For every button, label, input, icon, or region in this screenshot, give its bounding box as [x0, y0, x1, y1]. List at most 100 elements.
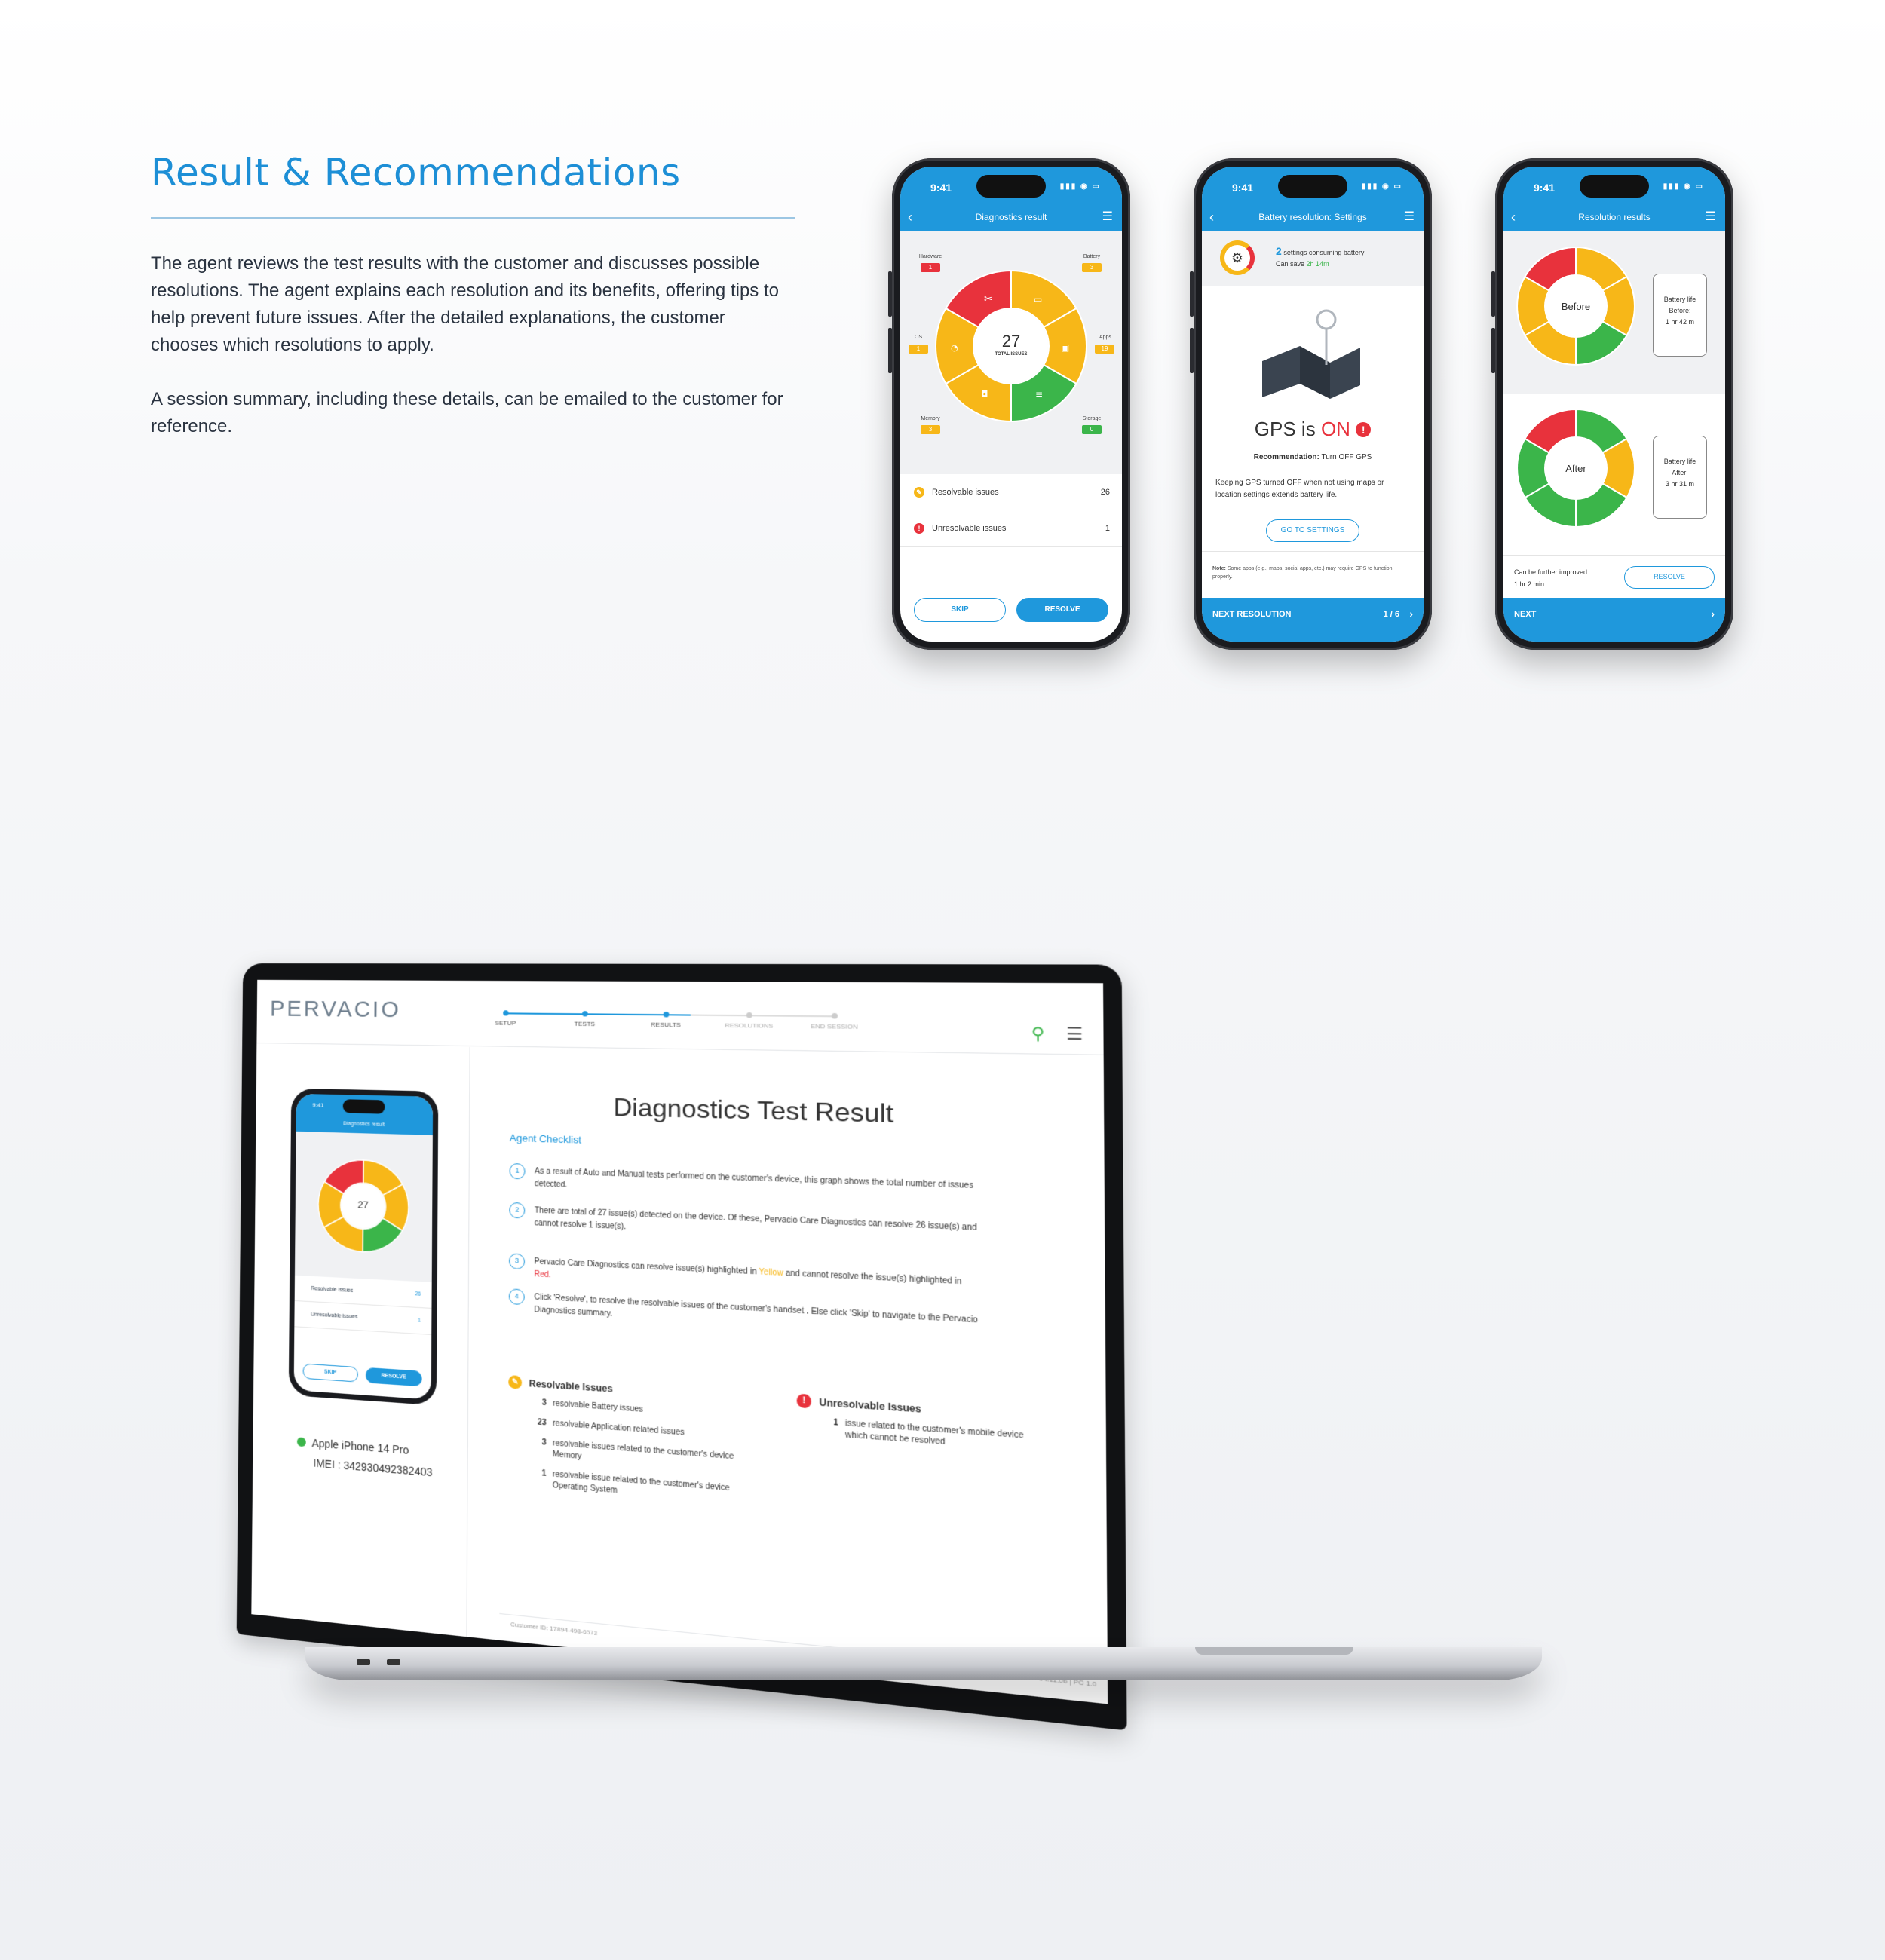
row-count: 26: [1100, 488, 1110, 497]
chevron-right-icon: ›: [1409, 608, 1413, 620]
row-count: 1: [418, 1318, 421, 1324]
row-label: Resolvable issues: [932, 488, 999, 497]
connected-dot: [296, 1437, 306, 1447]
gps-description: Keeping GPS turned OFF when not using ma…: [1215, 479, 1384, 499]
settings-count-line: 2 settings consuming battery: [1276, 245, 1364, 257]
settings-text: settings consuming battery: [1283, 249, 1365, 256]
app-body: 9:41 Diagnostics result 27 Resolvable is…: [251, 1044, 1108, 1704]
mini-resolve-button[interactable]: RESOLVE: [365, 1367, 422, 1387]
next-label: NEXT: [1514, 610, 1537, 619]
hamburger-menu-icon[interactable]: ☰: [1404, 206, 1415, 228]
svg-text:≡: ≡: [1035, 389, 1043, 400]
laptop-mockup: PERVACIO SETUP TESTS RESULTS RESOLUTIONS…: [226, 961, 1568, 1731]
before-label: Before: [1561, 301, 1591, 312]
row-label: Unresolvable issues: [932, 524, 1007, 533]
resolve-button[interactable]: RESOLVE: [1624, 566, 1715, 589]
category-count-hardware: 1: [921, 263, 940, 272]
resolve-button[interactable]: RESOLVE: [1016, 598, 1108, 622]
mini-skip-button[interactable]: SKIP: [302, 1363, 358, 1383]
recommendation-label: Recommendation:: [1253, 453, 1320, 461]
nav-bar: ‹ Battery resolution: Settings ☰: [1202, 206, 1424, 231]
device-preview: 9:41 Diagnostics result 27 Resolvable is…: [288, 1088, 439, 1406]
card-line: Before:: [1669, 307, 1691, 314]
note-label: Note:: [1212, 566, 1226, 571]
divider: [1503, 555, 1725, 556]
app-header: PERVACIO SETUP TESTS RESULTS RESOLUTIONS…: [256, 979, 1104, 1055]
resolvable-issues-row[interactable]: ✎ Resolvable issues 26: [900, 474, 1122, 510]
step-results[interactable]: RESULTS: [641, 1012, 690, 1029]
gear-icon: ⚙: [1220, 240, 1255, 275]
step-setup[interactable]: SETUP: [482, 1010, 529, 1027]
card-line: After:: [1672, 469, 1688, 476]
status-time: 9:41: [930, 182, 952, 194]
customer-id: Customer ID: 17894-498-6573: [510, 1620, 598, 1637]
back-arrow-icon[interactable]: ‹: [1511, 206, 1516, 228]
svg-text:▭: ▭: [1034, 294, 1042, 305]
location-pin-icon[interactable]: ⚲: [1031, 1025, 1045, 1044]
hamburger-menu-icon[interactable]: ☰: [1066, 1025, 1083, 1044]
hamburger-menu-icon[interactable]: ☰: [1706, 206, 1716, 228]
gps-note: Note: Some apps (e.g., maps, social apps…: [1212, 565, 1413, 581]
save-value: 2h 14m: [1306, 260, 1329, 268]
status-bar: 9:41 ▮▮▮ ◉ ▭: [1503, 167, 1725, 206]
device-imei: IMEI : 342930492382403: [313, 1456, 433, 1479]
step-end-session[interactable]: END SESSION: [808, 1012, 860, 1031]
row-label: Unresolvable issues: [311, 1312, 358, 1320]
session-stepper: SETUP TESTS RESULTS RESOLUTIONS END SESS…: [495, 1010, 858, 1037]
wrench-icon: ✎: [914, 487, 924, 498]
device-name: Apple iPhone 14 Pro: [311, 1436, 409, 1457]
dynamic-island: [342, 1099, 385, 1114]
next-bar[interactable]: NEXT ›: [1503, 598, 1725, 642]
usb-port: [387, 1659, 400, 1665]
alert-icon: !: [796, 1393, 812, 1409]
row-count: 1: [1105, 524, 1110, 533]
next-resolution-bar[interactable]: NEXT RESOLUTION 1 / 6 ›: [1202, 598, 1424, 642]
category-label-storage: Storage: [1082, 416, 1102, 421]
mini-donut-panel: 27: [294, 1131, 433, 1282]
unresolvable-issues-row[interactable]: ! Unresolvable issues 1: [900, 510, 1122, 547]
back-arrow-icon[interactable]: ‹: [1209, 206, 1214, 228]
section-title: Result & Recommendations: [151, 151, 681, 194]
resolution-pager: 1 / 6: [1383, 610, 1399, 619]
laptop-base: [305, 1647, 1542, 1680]
back-arrow-icon[interactable]: ‹: [908, 206, 912, 228]
status-time: 9:41: [1534, 182, 1556, 194]
pervacio-logo: PERVACIO: [270, 996, 401, 1023]
alert-icon: !: [914, 523, 924, 534]
usb-port: [357, 1659, 370, 1665]
note-text: Some apps (e.g., maps, social apps, etc.…: [1212, 566, 1393, 580]
dynamic-island: [976, 175, 1046, 198]
laptop-screen: PERVACIO SETUP TESTS RESULTS RESOLUTIONS…: [251, 979, 1108, 1704]
dynamic-island: [1580, 175, 1649, 198]
category-label-memory: Memory: [921, 416, 940, 421]
row-label: Resolvable issues: [311, 1285, 354, 1294]
total-issues-label: TOTAL ISSUES: [995, 352, 1028, 357]
dynamic-island: [1278, 175, 1347, 198]
results-panel: Diagnostics Test Result Agent Checklist …: [467, 1047, 1108, 1704]
step-tests[interactable]: TESTS: [561, 1011, 609, 1028]
settings-count: 2: [1276, 245, 1282, 257]
battery-before-card: Battery life Before: 1 hr 42 m: [1653, 274, 1707, 357]
signal-icons: ▮▮▮ ◉ ▭: [1059, 182, 1101, 191]
skip-button[interactable]: SKIP: [914, 598, 1006, 622]
divider: [1202, 551, 1424, 552]
can-save-label: Can save: [1276, 260, 1305, 268]
status-time: 9:41: [1232, 182, 1254, 194]
description-paragraph: The agent reviews the test results with …: [151, 253, 779, 355]
svg-text:✂: ✂: [984, 293, 993, 305]
svg-text:◘: ◘: [981, 389, 988, 400]
row-count: 26: [415, 1291, 421, 1297]
hamburger-menu-icon[interactable]: ☰: [1102, 206, 1113, 228]
title-divider: [151, 217, 795, 219]
gps-status: GPS is ON !: [1202, 418, 1424, 441]
after-label: After: [1565, 463, 1586, 474]
step-resolutions[interactable]: RESOLUTIONS: [724, 1012, 774, 1030]
description-paragraph: A session summary, including these detai…: [151, 389, 783, 436]
improvement-info: Can be further improved 1 hr 2 min: [1514, 566, 1587, 590]
block-title: Resolvable Issues: [529, 1377, 613, 1395]
go-to-settings-button[interactable]: GO TO SETTINGS: [1266, 519, 1359, 542]
settings-summary: ⚙ 2 settings consuming battery Can save …: [1202, 231, 1424, 286]
signal-icons: ▮▮▮ ◉ ▭: [1663, 182, 1704, 191]
block-title: Unresolvable Issues: [819, 1396, 921, 1415]
highlight-red: Red.: [534, 1269, 551, 1280]
